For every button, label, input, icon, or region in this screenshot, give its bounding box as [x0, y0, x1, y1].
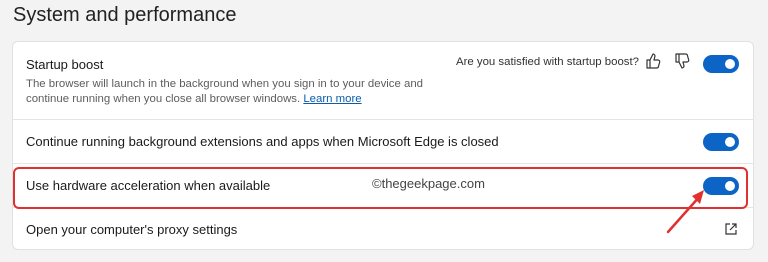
learn-more-link[interactable]: Learn more [303, 93, 361, 105]
background-apps-toggle[interactable] [703, 133, 739, 151]
section-title: System and performance [13, 4, 237, 26]
toggle-knob [725, 137, 735, 147]
toggle-knob [725, 59, 735, 69]
startup-boost-description: The browser will launch in the backgroun… [26, 77, 426, 107]
proxy-settings-row[interactable]: Open your computer's proxy settings [13, 207, 753, 251]
startup-boost-label: Startup boost [26, 57, 104, 72]
thumbs-up-icon[interactable] [644, 52, 662, 70]
annotation-arrow-icon [666, 190, 704, 234]
watermark: ©thegeekpage.com [372, 176, 485, 191]
background-apps-row: Continue running background extensions a… [13, 119, 753, 163]
external-link-icon[interactable] [723, 221, 739, 237]
thumbs-down-icon[interactable] [673, 52, 691, 70]
background-apps-label: Continue running background extensions a… [26, 134, 499, 149]
feedback-question: Are you satisfied with startup boost? [456, 56, 639, 68]
startup-boost-toggle[interactable] [703, 55, 739, 73]
startup-boost-row: Startup boost The browser will launch in… [13, 42, 753, 114]
startup-boost-description-text: The browser will launch in the backgroun… [26, 78, 424, 105]
proxy-settings-label: Open your computer's proxy settings [26, 222, 238, 237]
settings-card: Startup boost The browser will launch in… [12, 41, 754, 250]
